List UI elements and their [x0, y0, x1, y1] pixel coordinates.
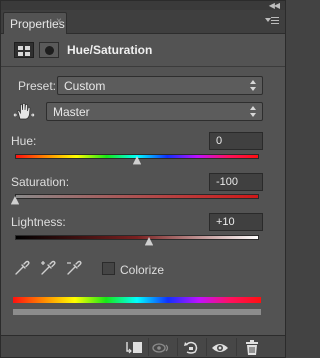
view-previous-state-icon[interactable] [151, 339, 173, 356]
clip-to-layer-icon[interactable] [123, 339, 145, 356]
adjustment-layer-icon[interactable] [14, 42, 34, 58]
colorize-label: Colorize [120, 263, 165, 277]
eyedropper-subtract-icon[interactable] [65, 259, 83, 277]
lightness-label: Lightness: [11, 215, 66, 229]
lightness-field[interactable]: +10 [209, 213, 263, 231]
output-hue-spectrum-bar [13, 309, 261, 315]
channel-select[interactable]: Master [46, 102, 263, 121]
panel-menu-icon[interactable] [265, 15, 279, 27]
channel-value: Master [53, 105, 90, 119]
mask-icon[interactable] [39, 42, 59, 58]
saturation-slider-track[interactable] [15, 194, 259, 199]
panel-footer [1, 335, 285, 357]
header-divider [1, 66, 285, 67]
input-hue-spectrum-bar [13, 297, 261, 303]
trash-icon[interactable] [241, 339, 263, 356]
select-arrows-icon [250, 80, 257, 92]
colorize-checkbox[interactable] [102, 262, 115, 275]
on-image-adjust-hand-icon[interactable] [13, 101, 35, 121]
properties-panel: ◀◀ Properties × Hue/Saturation Preset: C… [0, 0, 286, 358]
panel-top-strip: ◀◀ [1, 1, 285, 10]
preset-label: Preset: [18, 79, 57, 93]
hue-field[interactable]: 0 [209, 132, 263, 150]
select-arrows-icon [250, 106, 257, 118]
lightness-slider-track[interactable] [15, 235, 259, 240]
hue-label: Hue: [11, 134, 37, 148]
eyedropper-add-icon[interactable] [39, 259, 57, 277]
preset-value: Custom [64, 79, 106, 93]
collapse-panel-icon[interactable]: ◀◀ [269, 1, 280, 10]
visibility-eye-icon[interactable] [209, 339, 231, 356]
tab-properties[interactable]: Properties × [3, 12, 67, 34]
preset-select[interactable]: Custom [57, 76, 263, 95]
lightness-slider-thumb[interactable] [145, 237, 154, 246]
saturation-label: Saturation: [11, 175, 70, 189]
tab-close-icon[interactable]: × [56, 16, 62, 27]
adjustment-title: Hue/Saturation [67, 43, 153, 57]
eyedropper-icon[interactable] [13, 259, 31, 277]
saturation-slider-thumb[interactable] [11, 196, 19, 205]
tab-bar: Properties × [1, 10, 285, 34]
saturation-field[interactable]: -100 [209, 173, 263, 191]
adjustment-header: Hue/Saturation [1, 35, 285, 67]
reset-icon[interactable] [180, 339, 202, 356]
hue-slider-thumb[interactable] [133, 156, 141, 165]
